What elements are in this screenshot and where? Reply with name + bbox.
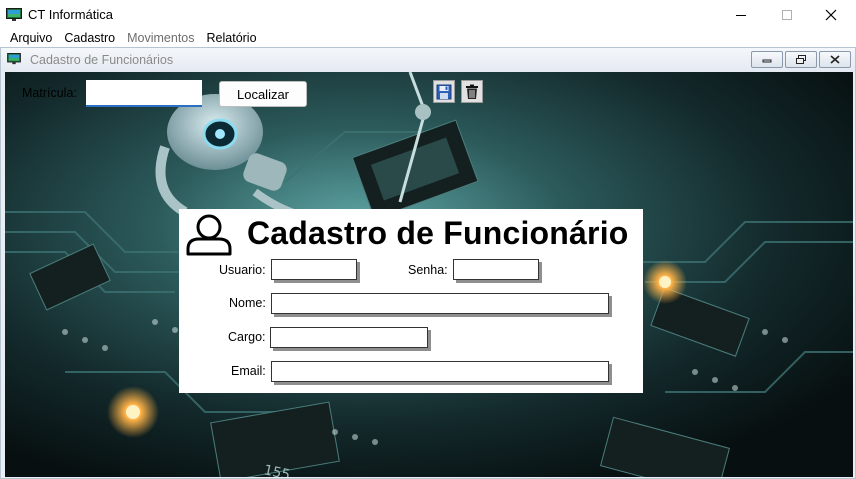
minimize-icon [762, 59, 772, 62]
cadastro-form-panel: Cadastro de Funcionário Usuario: Senha: … [179, 209, 643, 393]
menu-relatorio[interactable]: Relatório [202, 30, 264, 47]
user-icon [186, 214, 232, 256]
nome-label: Nome: [229, 296, 266, 310]
matricula-label: Matrícula: [22, 86, 77, 100]
restore-icon [796, 54, 806, 64]
app-monitor-icon [6, 8, 22, 21]
usuario-label: Usuario: [219, 263, 266, 277]
usuario-input[interactable] [271, 259, 357, 280]
window-titlebar: CT Informática [0, 0, 856, 30]
form-title: Cadastro de Funcionário [247, 215, 629, 251]
menu-arquivo[interactable]: Arquivo [5, 30, 59, 47]
email-input[interactable] [271, 361, 609, 382]
minimize-button[interactable] [718, 0, 764, 30]
close-icon [825, 9, 837, 21]
delete-button[interactable] [461, 80, 483, 103]
child-window-title: Cadastro de Funcionários [30, 53, 174, 67]
child-restore-button[interactable] [785, 51, 817, 68]
cargo-input[interactable] [270, 327, 428, 348]
menu-movimentos[interactable]: Movimentos [122, 30, 201, 47]
localizar-button[interactable]: Localizar [219, 81, 307, 107]
maximize-button[interactable] [764, 0, 810, 30]
cargo-label: Cargo: [228, 330, 266, 344]
floppy-disk-icon [436, 84, 452, 99]
minimize-icon [736, 15, 746, 16]
window-title: CT Informática [28, 7, 114, 22]
save-button[interactable] [433, 80, 455, 103]
email-label: Email: [231, 364, 266, 378]
close-icon [830, 55, 840, 64]
matricula-input[interactable] [86, 80, 202, 107]
senha-input[interactable] [453, 259, 539, 280]
child-minimize-button[interactable] [751, 51, 783, 68]
menu-bar: Arquivo Cadastro Movimentos Relatório [0, 30, 856, 47]
close-button[interactable] [808, 0, 854, 30]
senha-label: Senha: [408, 263, 448, 277]
menu-cadastro[interactable]: Cadastro [59, 30, 122, 47]
child-monitor-icon [7, 53, 21, 65]
maximize-icon [782, 10, 792, 20]
nome-input[interactable] [271, 293, 609, 314]
child-close-button[interactable] [819, 51, 851, 68]
trash-icon [466, 84, 478, 99]
child-window-titlebar: Cadastro de Funcionários [1, 48, 855, 72]
